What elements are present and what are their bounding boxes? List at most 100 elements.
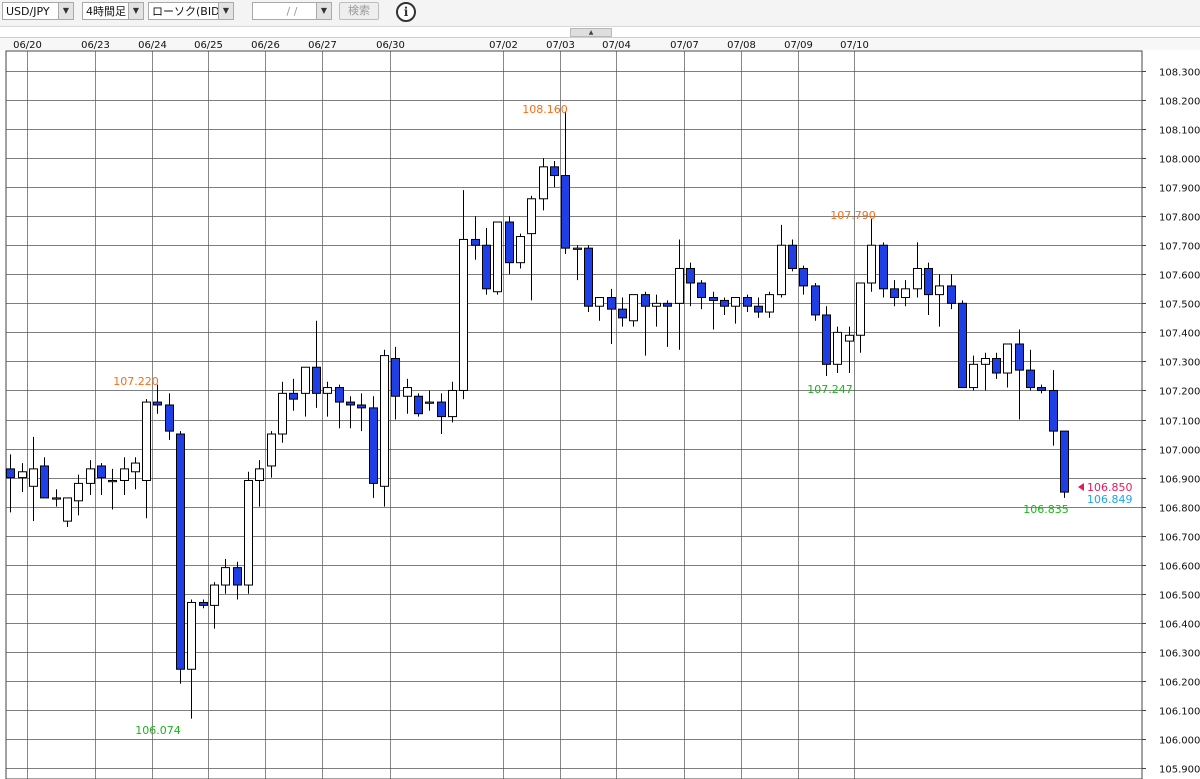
- date-axis-band: [0, 37, 1200, 50]
- x-tick-label: 07/02: [489, 40, 518, 51]
- candle-body-bullish: [448, 389, 457, 418]
- candle-body-bullish: [255, 468, 264, 481]
- y-tick-label: 106.000: [1159, 736, 1200, 747]
- candle-body-bullish: [573, 247, 582, 250]
- candle-body-bearish: [550, 166, 559, 177]
- candle-body-bearish: [788, 244, 797, 269]
- candle-body-bearish: [799, 267, 808, 287]
- candle-body-bearish: [335, 387, 344, 403]
- candle-body-bearish: [947, 285, 956, 304]
- annotation-high-1: 107.220: [113, 375, 159, 388]
- candle-body-bullish: [210, 584, 219, 606]
- candle-body-bullish: [86, 468, 95, 484]
- candle-body-bullish: [131, 462, 140, 473]
- y-tick-label: 107.600: [1159, 271, 1200, 282]
- y-tick-label: 108.100: [1159, 126, 1200, 137]
- candle-body-bullish: [221, 567, 230, 586]
- y-tick-label: 106.800: [1159, 504, 1200, 515]
- candle-body-bearish: [199, 601, 208, 606]
- y-tick-label: 107.800: [1159, 213, 1200, 224]
- candle-body-bullish: [120, 468, 129, 481]
- candle-body-bullish: [935, 285, 944, 296]
- candle-body-bullish: [867, 244, 876, 284]
- candle-body-bullish: [425, 401, 434, 404]
- candle-body-bullish: [403, 387, 412, 397]
- x-tick-label: 06/23: [81, 40, 110, 51]
- candle-body-bullish: [380, 355, 389, 487]
- candle-body-bearish: [561, 175, 570, 249]
- candle-body-bearish: [1060, 430, 1069, 493]
- x-tick-label: 07/10: [840, 40, 869, 51]
- candle-body-bearish: [97, 465, 106, 479]
- annotation-high-3: 107.790: [830, 209, 876, 222]
- candle-body-bearish: [414, 395, 423, 415]
- candle-body-bullish: [901, 288, 910, 299]
- candle-body-bullish: [731, 297, 740, 307]
- candlestick-chart: 06/20 06/23 06/24 06/25 06/26 06/27 06/30 07/02…: [0, 37, 1200, 779]
- candle-body-bearish: [811, 285, 820, 316]
- x-tick-label: 07/03: [546, 40, 575, 51]
- y-tick-label: 106.400: [1159, 620, 1200, 631]
- x-tick-label: 06/27: [308, 40, 337, 51]
- y-tick-label: 106.200: [1159, 678, 1200, 689]
- candle-body-bullish: [913, 267, 922, 290]
- candle-body-bearish: [697, 282, 706, 299]
- candle-body-bullish: [278, 392, 287, 435]
- candle-body-bearish: [505, 221, 514, 264]
- candle-body-bullish: [516, 236, 525, 264]
- candle-body-bearish: [312, 366, 321, 394]
- y-tick-label: 108.300: [1159, 68, 1200, 79]
- y-tick-label: 108.200: [1159, 97, 1200, 108]
- candle-body-bearish: [471, 238, 480, 246]
- candle-body-bullish: [629, 294, 638, 322]
- y-tick-label: 106.700: [1159, 533, 1200, 544]
- candle-body-bullish: [142, 401, 151, 481]
- y-tick-label: 107.900: [1159, 184, 1200, 195]
- candle-body-bullish: [765, 294, 774, 313]
- candle-body-bearish: [686, 267, 695, 284]
- candle-body-bearish: [346, 401, 355, 406]
- candle-body-bullish: [527, 198, 536, 235]
- candle-body-bearish: [176, 433, 185, 670]
- y-tick-label: 106.600: [1159, 562, 1200, 573]
- candle-body-bearish: [1015, 343, 1024, 371]
- candle-body-bearish: [924, 267, 933, 296]
- candle-body-bullish: [595, 297, 604, 307]
- x-tick-label: 07/08: [727, 40, 756, 51]
- candle-body-bullish: [74, 482, 83, 502]
- y-tick-label: 108.000: [1159, 155, 1200, 166]
- candle-body-bearish: [482, 244, 491, 290]
- annotation-high-2: 108.160: [522, 103, 568, 116]
- y-tick-label: 107.700: [1159, 242, 1200, 253]
- y-tick-label: 107.400: [1159, 329, 1200, 340]
- candle-body-bullish: [981, 358, 990, 365]
- candle-body-bearish: [618, 308, 627, 319]
- candle-body-bullish: [244, 479, 253, 586]
- annotation-low-3: 106.835: [1023, 503, 1069, 516]
- candle-body-bullish: [63, 497, 72, 522]
- candle-body-bearish: [709, 297, 718, 301]
- candle-body-bullish: [108, 479, 117, 483]
- x-tick-label: 06/30: [376, 40, 405, 51]
- candle-body-bullish: [969, 363, 978, 389]
- candle-body-bullish: [856, 282, 865, 336]
- bid-price-label: 106.849: [1087, 493, 1133, 506]
- x-tick-label: 07/09: [784, 40, 813, 51]
- candle-body-bearish: [890, 288, 899, 299]
- candle-body-bullish: [323, 387, 332, 394]
- y-axis-labels: 108.300 108.200 108.100 108.000 107.900 107.8…: [1159, 68, 1200, 776]
- candle-body-bullish: [1003, 343, 1012, 374]
- candle-body-bullish: [833, 331, 842, 365]
- candle-body-bearish: [584, 247, 593, 307]
- candle-body-bullish: [459, 238, 468, 391]
- candle-body-bearish: [1049, 389, 1058, 432]
- x-tick-label: 07/04: [602, 40, 631, 51]
- y-tick-label: 106.500: [1159, 591, 1200, 602]
- candle-body-bearish: [958, 302, 967, 389]
- y-tick-label: 107.300: [1159, 358, 1200, 369]
- candle-body-bearish: [641, 294, 650, 307]
- candle-body-bearish: [40, 465, 49, 499]
- candle-body-bullish: [301, 366, 310, 394]
- collapse-toolbar-button[interactable]: ▲: [570, 28, 612, 37]
- candle-body-bullish: [267, 433, 276, 467]
